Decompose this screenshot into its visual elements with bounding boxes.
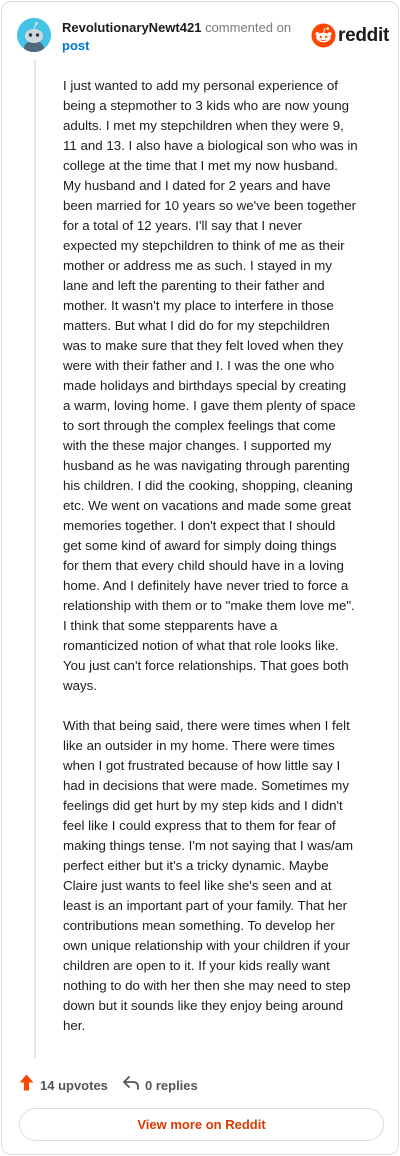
comment-paragraph: I just wanted to add my personal experie… xyxy=(63,78,358,693)
reddit-logo-icon xyxy=(311,23,336,53)
comment-body: I just wanted to add my personal experie… xyxy=(63,76,377,1036)
comment-paragraph: With that being said, there were times w… xyxy=(63,718,354,1033)
upvote-count: 14 upvotes xyxy=(40,1077,108,1093)
reply-button[interactable]: 0 replies xyxy=(123,1074,198,1096)
reddit-logo[interactable]: reddit xyxy=(311,23,389,49)
view-more-button[interactable]: View more on Reddit xyxy=(19,1108,384,1141)
username-link[interactable]: RevolutionaryNewt421 xyxy=(62,20,201,35)
upvote-button[interactable]: 14 upvotes xyxy=(19,1074,108,1096)
reply-count: 0 replies xyxy=(145,1077,198,1093)
action-text: commented on xyxy=(205,20,292,35)
reddit-wordmark: reddit xyxy=(338,25,389,46)
comment-header: RevolutionaryNewt421 commented on post r… xyxy=(17,18,389,55)
reply-arrow-icon xyxy=(123,1075,139,1095)
snoo-avatar-icon[interactable] xyxy=(17,18,51,52)
comment-footer: 14 upvotes 0 replies xyxy=(19,1074,379,1096)
post-link[interactable]: post xyxy=(62,38,89,53)
comment-card: RevolutionaryNewt421 commented on post r… xyxy=(1,1,399,1155)
upvote-arrow-icon xyxy=(19,1074,34,1096)
thread-line xyxy=(34,60,36,1058)
comment-meta: RevolutionaryNewt421 commented on post xyxy=(62,19,302,55)
